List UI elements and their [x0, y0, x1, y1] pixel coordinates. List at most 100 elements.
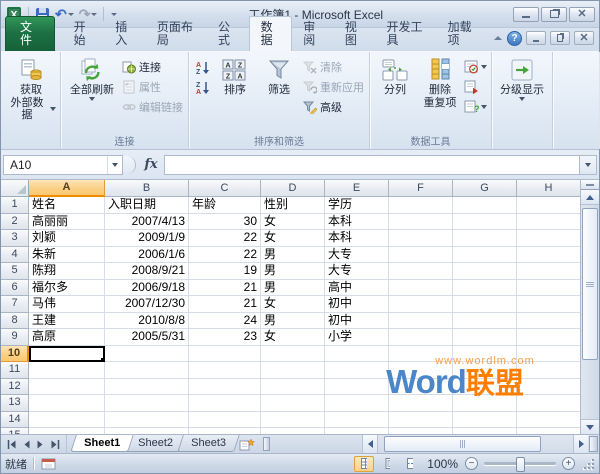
cell-H9[interactable] — [517, 329, 581, 346]
fill-handle[interactable] — [100, 357, 105, 362]
row-header-10[interactable]: 10 — [1, 346, 29, 363]
cell-F14[interactable] — [389, 412, 453, 429]
cell-E1[interactable]: 学历 — [325, 197, 389, 214]
zoom-out-button[interactable]: − — [465, 457, 478, 470]
page-layout-view-button[interactable] — [377, 456, 397, 472]
cell-F9[interactable] — [389, 329, 453, 346]
tab-formulas[interactable]: 公式 — [207, 17, 249, 51]
what-if-analysis-button[interactable]: ? — [463, 98, 488, 116]
cell-E5[interactable]: 大专 — [325, 263, 389, 280]
cell-G11[interactable] — [453, 362, 517, 379]
cell-A3[interactable]: 刘颖 — [29, 230, 105, 247]
cell-H13[interactable] — [517, 395, 581, 412]
cell-G5[interactable] — [453, 263, 517, 280]
cell-A2[interactable]: 高丽丽 — [29, 214, 105, 231]
resize-grip[interactable] — [582, 457, 595, 470]
cell-C8[interactable]: 24 — [189, 313, 261, 330]
horizontal-scroll-track[interactable] — [377, 435, 573, 453]
next-sheet-button[interactable] — [34, 439, 47, 450]
workbook-restore-button[interactable] — [550, 31, 570, 45]
cell-C13[interactable] — [189, 395, 261, 412]
cell-G10[interactable] — [453, 346, 517, 363]
zoom-in-button[interactable]: + — [562, 457, 575, 470]
cell-G14[interactable] — [453, 412, 517, 429]
name-box-dropdown[interactable] — [107, 156, 122, 174]
minimize-button[interactable] — [513, 7, 539, 22]
cell-D7[interactable]: 女 — [261, 296, 325, 313]
cell-A15[interactable] — [29, 428, 105, 434]
cell-G1[interactable] — [453, 197, 517, 214]
cell-A10[interactable] — [29, 346, 105, 363]
sort-button[interactable]: AZZA 排序 — [213, 54, 257, 97]
row-header-1[interactable]: 1 — [1, 197, 29, 214]
previous-sheet-button[interactable] — [20, 439, 33, 450]
column-header-D[interactable]: D — [261, 180, 325, 197]
cell-D4[interactable]: 男 — [261, 247, 325, 264]
cell-G3[interactable] — [453, 230, 517, 247]
column-header-A[interactable]: A — [29, 180, 105, 197]
cell-D15[interactable] — [261, 428, 325, 434]
text-to-columns-button[interactable]: 分列 — [373, 54, 417, 97]
tab-add-ins[interactable]: 加载项 — [437, 17, 488, 51]
cell-H10[interactable] — [517, 346, 581, 363]
column-header-C[interactable]: C — [189, 180, 261, 197]
column-header-G[interactable]: G — [453, 180, 517, 197]
cell-F3[interactable] — [389, 230, 453, 247]
cell-B10[interactable] — [105, 346, 189, 363]
scroll-up-button[interactable] — [581, 190, 599, 205]
cell-G7[interactable] — [453, 296, 517, 313]
horizontal-scrollbar[interactable] — [362, 435, 599, 453]
cell-F4[interactable] — [389, 247, 453, 264]
name-box[interactable]: A10 — [3, 155, 123, 175]
cell-G6[interactable] — [453, 280, 517, 297]
cell-B9[interactable]: 2005/5/31 — [105, 329, 189, 346]
tab-page-layout[interactable]: 页面布局 — [146, 17, 207, 51]
cell-A5[interactable]: 陈翔 — [29, 263, 105, 280]
cell-F7[interactable] — [389, 296, 453, 313]
cell-E8[interactable]: 初中 — [325, 313, 389, 330]
cell-H6[interactable] — [517, 280, 581, 297]
cell-D5[interactable]: 男 — [261, 263, 325, 280]
last-sheet-button[interactable] — [48, 439, 63, 450]
cell-H4[interactable] — [517, 247, 581, 264]
row-header-6[interactable]: 6 — [1, 280, 29, 297]
cell-C1[interactable]: 年龄 — [189, 197, 261, 214]
tab-developer[interactable]: 开发工具 — [375, 17, 436, 51]
select-all-corner[interactable] — [1, 180, 29, 197]
cell-H8[interactable] — [517, 313, 581, 330]
cell-C7[interactable]: 21 — [189, 296, 261, 313]
cell-C15[interactable] — [189, 428, 261, 434]
cell-E13[interactable] — [325, 395, 389, 412]
column-header-E[interactable]: E — [325, 180, 389, 197]
column-header-H[interactable]: H — [517, 180, 581, 197]
cell-B3[interactable]: 2009/1/9 — [105, 230, 189, 247]
row-header-14[interactable]: 14 — [1, 412, 29, 429]
cell-D10[interactable] — [261, 346, 325, 363]
cell-D6[interactable]: 男 — [261, 280, 325, 297]
cell-C3[interactable]: 22 — [189, 230, 261, 247]
tab-data[interactable]: 数据 — [249, 16, 293, 51]
cell-E12[interactable] — [325, 379, 389, 396]
remove-duplicates-button[interactable]: 删除 重复项 — [417, 54, 463, 110]
cell-G13[interactable] — [453, 395, 517, 412]
cell-E7[interactable]: 初中 — [325, 296, 389, 313]
cell-C9[interactable]: 23 — [189, 329, 261, 346]
cell-D8[interactable]: 男 — [261, 313, 325, 330]
cell-E9[interactable]: 小学 — [325, 329, 389, 346]
cell-A7[interactable]: 马伟 — [29, 296, 105, 313]
vertical-scrollbar[interactable] — [580, 180, 599, 434]
cell-A1[interactable]: 姓名 — [29, 197, 105, 214]
row-header-9[interactable]: 9 — [1, 329, 29, 346]
workbook-close-button[interactable]: ✕ — [574, 31, 594, 45]
cell-H5[interactable] — [517, 263, 581, 280]
cell-C11[interactable] — [189, 362, 261, 379]
cell-F2[interactable] — [389, 214, 453, 231]
cell-H7[interactable] — [517, 296, 581, 313]
cell-F8[interactable] — [389, 313, 453, 330]
sort-ascending-button[interactable]: AZ — [194, 58, 211, 76]
first-sheet-button[interactable] — [4, 439, 19, 450]
cell-E15[interactable] — [325, 428, 389, 434]
tab-insert[interactable]: 插入 — [104, 17, 146, 51]
get-external-data-button[interactable]: 获取 外部数据 — [5, 54, 57, 122]
horizontal-split-handle[interactable] — [589, 436, 598, 452]
